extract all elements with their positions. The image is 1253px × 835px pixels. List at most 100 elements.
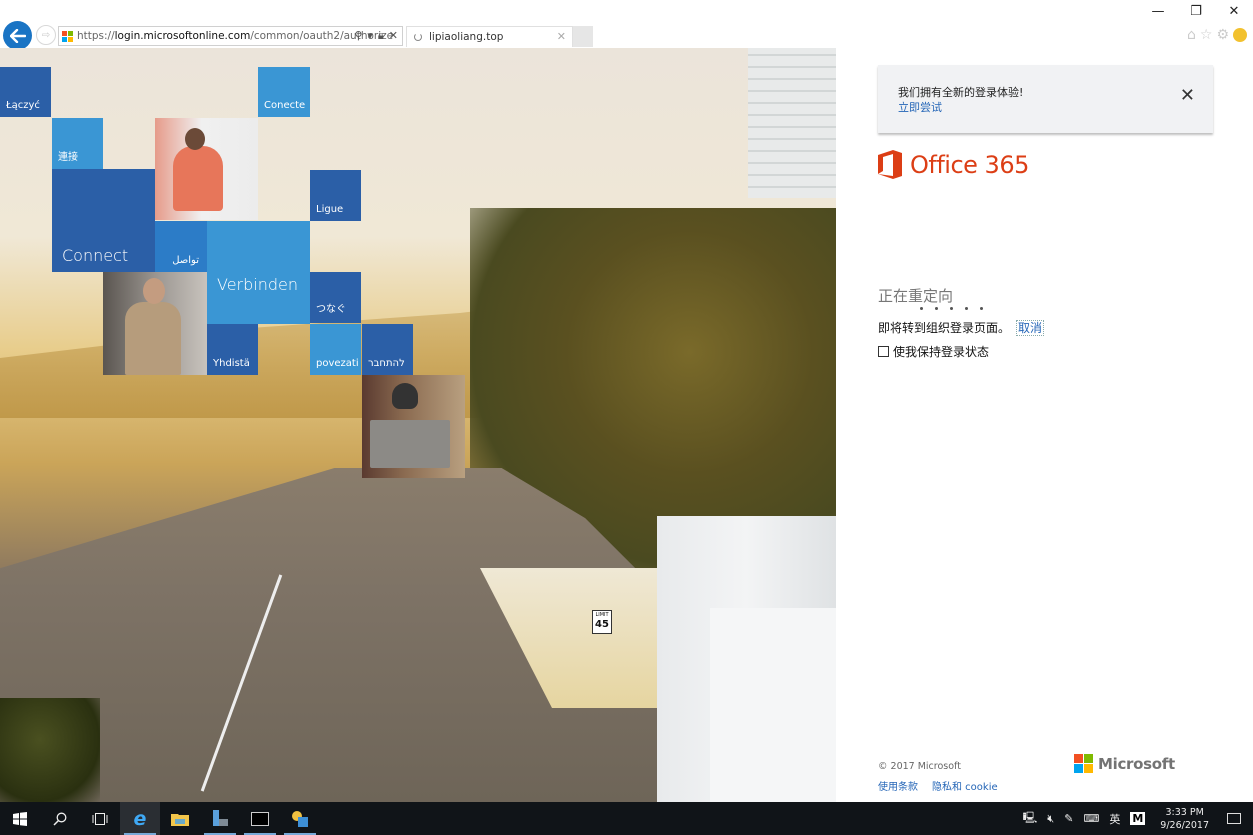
tab-title: lipiaoliang.top (429, 31, 504, 43)
lock-icon[interactable]: 🔒︎ (378, 29, 384, 43)
keep-signed-in[interactable]: 使我保持登录状态 (878, 343, 989, 360)
banner-text: 我们拥有全新的登录体验! 立即尝试 (898, 85, 1023, 115)
new-experience-banner: 我们拥有全新的登录体验! 立即尝试 ✕ (878, 65, 1213, 133)
browser-chrome: ⇨ https://login.microsoftonline.com/comm… (0, 0, 1253, 50)
arrow-left-icon (9, 28, 26, 43)
terms-link[interactable]: 使用条款 (878, 778, 918, 793)
taskbar-server-manager[interactable] (200, 802, 240, 835)
photo-tile-woman (155, 118, 258, 220)
pen-icon[interactable]: ✎ (1064, 812, 1073, 825)
tab-active[interactable]: lipiaoliang.top ✕ (406, 26, 573, 47)
progress-dots (920, 307, 983, 310)
task-view-button[interactable] (80, 802, 120, 835)
product-name: Office 365 (910, 150, 1029, 179)
tab-close-icon[interactable]: ✕ (557, 30, 566, 43)
ime-mode[interactable]: M (1130, 812, 1146, 825)
close-icon[interactable]: ✕ (389, 29, 398, 43)
banner-close-button[interactable]: ✕ (1180, 87, 1195, 105)
microsoft-flag-icon (1074, 754, 1093, 773)
speed-limit-sign: LIMIT 45 (592, 610, 612, 634)
office-icon (878, 150, 902, 179)
search-icon[interactable]: ⚲ (354, 29, 362, 43)
new-tab-button[interactable] (573, 26, 593, 47)
tile-label: تواصل (172, 255, 199, 266)
search-icon (53, 812, 67, 826)
loading-icon (414, 33, 422, 41)
network-icon[interactable]: 🖳︎ (1023, 809, 1038, 828)
browser-toolbar: ⌂ ☆ ⚙ (1187, 27, 1247, 43)
tile-arabic: تواصل (155, 221, 207, 272)
forward-button[interactable]: ⇨ (36, 25, 56, 45)
keep-signed-in-checkbox[interactable] (878, 346, 889, 357)
tile-portuguese: Conecte (258, 67, 310, 117)
close-window-button[interactable]: ✕ (1215, 0, 1253, 22)
tile-label: povezati (316, 358, 359, 369)
minimize-button[interactable]: — (1139, 0, 1177, 22)
tile-label: つなぐ (316, 304, 346, 315)
taskbar-network-app[interactable] (280, 802, 320, 835)
url-scheme: https:// (77, 30, 115, 42)
microsoft-logo: Microsoft (1074, 754, 1175, 773)
tile-label: Łączyć (6, 100, 40, 111)
server-manager-icon (213, 809, 228, 826)
notification-icon[interactable] (1227, 813, 1241, 824)
sign-value: 45 (595, 619, 609, 630)
tile-label: Yhdistä (213, 358, 250, 369)
tile-portuguese-br: Ligue (310, 170, 361, 221)
chevron-down-icon[interactable]: ▾ (367, 29, 373, 43)
star-icon[interactable]: ☆ (1200, 27, 1213, 43)
keep-signed-in-label: 使我保持登录状态 (893, 345, 990, 359)
redirect-message-row: 即将转到组织登录页面。 取消 (878, 319, 1045, 336)
url-host: login.microsoftonline.com (114, 30, 251, 42)
redirect-title: 正在重定向 (878, 287, 954, 305)
back-button[interactable] (3, 21, 32, 50)
clock-time: 3:33 PM (1165, 806, 1204, 818)
taskbar-file-explorer[interactable] (160, 802, 200, 835)
volume-muted-icon[interactable]: 🔇︎ (1047, 812, 1054, 826)
address-bar[interactable]: https://login.microsoftonline.com/common… (58, 26, 403, 46)
tile-croatian: povezati (310, 324, 361, 375)
microsoft-wordmark: Microsoft (1098, 754, 1175, 773)
tile-german: Verbinden (207, 221, 310, 324)
screen: ⇨ https://login.microsoftonline.com/comm… (0, 0, 1253, 835)
taskbar-internet-explorer[interactable]: e (120, 802, 160, 835)
gear-icon[interactable]: ⚙ (1216, 27, 1229, 43)
taskbar-command-prompt[interactable] (240, 802, 280, 835)
network-app-icon (292, 810, 308, 827)
privacy-link[interactable]: 隐私和 cookie (932, 778, 998, 793)
clock[interactable]: 3:33 PM 9/26/2017 (1160, 806, 1209, 832)
try-now-link[interactable]: 立即尝试 (898, 100, 1023, 115)
ie-icon: e (133, 807, 147, 830)
system-tray: 🖳︎ 🔇︎ ✎ ⌨ 英 M 3:33 PM 9/26/2017 (1018, 802, 1253, 835)
home-icon[interactable]: ⌂ (1187, 27, 1196, 43)
footer-links: 使用条款 隐私和 cookie (878, 778, 998, 793)
window-controls: — ❐ ✕ (1139, 0, 1253, 22)
tile-label: 連接 (58, 152, 78, 163)
tile-japanese: つなぐ (310, 272, 361, 323)
forward-icon: ⇨ (41, 29, 51, 41)
start-button[interactable] (0, 802, 40, 835)
tile-english: Connect (52, 169, 155, 272)
tile-label: Ligue (316, 204, 344, 215)
office365-logo: Office 365 (878, 150, 1029, 179)
search-button[interactable] (40, 802, 80, 835)
ime-language[interactable]: 英 (1109, 811, 1120, 827)
photo-tile-team (362, 375, 465, 478)
smiley-icon[interactable] (1233, 28, 1247, 42)
photo-tile-man (103, 272, 207, 375)
keyboard-icon[interactable]: ⌨ (1083, 812, 1099, 825)
task-view-icon (92, 812, 108, 825)
building (748, 48, 836, 198)
tile-label: Conecte (264, 100, 306, 111)
tile-label: Verbinden (217, 275, 299, 294)
tile-chinese: 連接 (52, 118, 103, 169)
cancel-link[interactable]: 取消 (1016, 320, 1045, 336)
address-bar-icons: ⚲ ▾ 🔒︎ ✕ (354, 29, 398, 43)
white-wall-front (710, 608, 836, 802)
banner-message: 我们拥有全新的登录体验! (898, 86, 1024, 99)
restore-button[interactable]: ❐ (1177, 0, 1215, 22)
tile-hebrew: להתחבר (362, 324, 413, 375)
redirect-message: 即将转到组织登录页面。 (878, 321, 1011, 335)
terminal-icon (251, 811, 269, 826)
foreground-palm (0, 698, 100, 802)
